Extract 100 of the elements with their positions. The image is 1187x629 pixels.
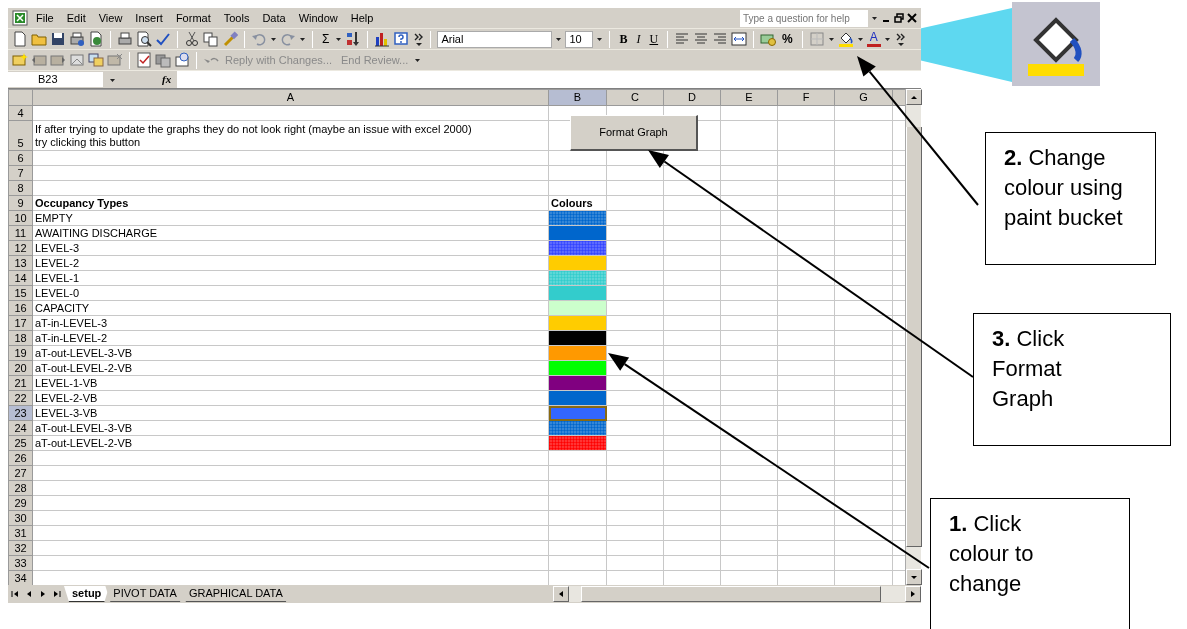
scroll-up-button[interactable]: [906, 89, 922, 105]
column-header[interactable]: A: [32, 89, 549, 106]
checklist-icon[interactable]: [136, 52, 152, 68]
caret-icon[interactable]: [335, 36, 343, 42]
chevron-icon[interactable]: [412, 31, 425, 47]
up-arrow-icon: [910, 93, 918, 101]
currency-icon[interactable]: [760, 31, 777, 47]
sheet-tab[interactable]: setup: [64, 586, 110, 602]
menu-item[interactable]: Edit: [61, 9, 91, 27]
align-left-icon[interactable]: [674, 31, 691, 47]
align-center-icon[interactable]: [693, 31, 710, 47]
scroll-down-button[interactable]: [906, 569, 922, 585]
copy-icon[interactable]: [155, 52, 171, 68]
percent-button[interactable]: %: [779, 31, 796, 47]
document-globe-icon[interactable]: [88, 31, 104, 47]
occupancy-type: LEVEL-1: [35, 271, 80, 284]
caret-icon[interactable]: [555, 36, 563, 42]
caret-icon[interactable]: [414, 57, 422, 63]
windows-icon[interactable]: [88, 52, 104, 68]
column-heading: Colours: [551, 196, 593, 209]
help-icon[interactable]: [393, 31, 410, 47]
down-arrow-icon: [910, 573, 918, 581]
name-box[interactable]: B23: [8, 72, 103, 87]
next-sheet-icon[interactable]: [39, 590, 47, 598]
bold-button[interactable]: B: [616, 31, 631, 47]
caret-icon[interactable]: [827, 36, 835, 42]
last-sheet-icon[interactable]: [53, 590, 61, 598]
merge-icon[interactable]: [731, 31, 748, 47]
excel-icon[interactable]: [12, 10, 28, 26]
scroll-right-button[interactable]: [905, 586, 921, 602]
menu-item[interactable]: Data: [257, 9, 291, 27]
underline-button[interactable]: U: [646, 31, 662, 47]
paint-bucket-icon: [1012, 2, 1100, 86]
printer-icon[interactable]: [69, 31, 85, 47]
column-header[interactable]: F: [777, 89, 835, 106]
note-text: If after trying to update the graphs they do not look right (maybe an issue with excel 2000) try clicking this button: [35, 122, 473, 149]
font-field[interactable]: Arial: [437, 30, 553, 48]
italic-button[interactable]: I: [633, 31, 644, 47]
chart-icon[interactable]: [374, 31, 391, 47]
paint-bucket-icon[interactable]: [837, 31, 854, 47]
occupancy-type: LEVEL-2-VB: [35, 391, 98, 404]
sort-icon[interactable]: [345, 31, 362, 47]
restore-icon[interactable]: [894, 13, 904, 23]
menu-item[interactable]: Tools: [218, 9, 255, 27]
print-icon[interactable]: [117, 31, 133, 47]
caret-icon[interactable]: [883, 36, 891, 42]
occupancy-type: LEVEL-1-VB: [35, 376, 98, 389]
font-size-field[interactable]: 10: [565, 30, 594, 48]
close-icon[interactable]: [907, 13, 917, 23]
occupancy-type: LEVEL-3: [35, 241, 80, 254]
occupancy-type: LEVEL-0: [35, 286, 80, 299]
spellcheck-icon[interactable]: [155, 31, 171, 47]
column-header[interactable]: G: [834, 89, 893, 106]
caret-icon[interactable]: [109, 76, 116, 83]
caret-icon[interactable]: [270, 36, 277, 42]
menu-item[interactable]: Help: [345, 9, 379, 27]
save-icon[interactable]: [50, 31, 66, 47]
occupancy-type: aT-in-LEVEL-3: [35, 316, 108, 329]
previous-sheet-icon[interactable]: [25, 590, 33, 598]
menu-item[interactable]: Format: [170, 9, 216, 27]
occupancy-type: aT-out-LEVEL-3-VB: [35, 346, 133, 359]
row-header[interactable]: 5: [8, 120, 33, 151]
first-sheet-icon[interactable]: [11, 590, 19, 598]
format-graph-button[interactable]: Format Graph: [570, 115, 698, 151]
column-heading: Occupancy Types: [35, 196, 129, 209]
column-header[interactable]: D: [663, 89, 721, 106]
menu-item[interactable]: File: [31, 9, 59, 27]
caret-icon[interactable]: [299, 36, 306, 42]
scroll-left-button[interactable]: [553, 586, 569, 602]
font-size-value: 10: [569, 31, 582, 47]
picture-icon[interactable]: [69, 52, 85, 68]
new-document-icon[interactable]: [12, 31, 28, 47]
occupancy-type: LEVEL-2: [35, 256, 80, 269]
autosum-button[interactable]: Σ: [319, 31, 333, 47]
help-field[interactable]: Type a question for help: [740, 9, 868, 27]
cut-icon[interactable]: [184, 31, 200, 47]
function-label[interactable]: fx: [162, 71, 172, 88]
column-header[interactable]: B: [548, 89, 607, 106]
menu-item[interactable]: View: [93, 9, 128, 27]
menu-item[interactable]: Insert: [130, 9, 168, 27]
occupancy-type: aT-in-LEVEL-2: [35, 331, 108, 344]
font-color-button[interactable]: A: [866, 31, 881, 47]
occupancy-type: CAPACITY: [35, 301, 90, 314]
caret-icon[interactable]: [596, 36, 604, 42]
caret-icon[interactable]: [871, 15, 878, 21]
occupancy-type: EMPTY: [35, 211, 73, 224]
print-preview-icon[interactable]: [136, 31, 152, 47]
caret-icon[interactable]: [856, 36, 864, 42]
column-header[interactable]: C: [606, 89, 664, 106]
occupancy-type: aT-out-LEVEL-3-VB: [35, 421, 133, 434]
menu-item[interactable]: Window: [293, 9, 343, 27]
formula-field[interactable]: [177, 71, 921, 88]
column-header[interactable]: E: [720, 89, 778, 106]
left-arrow-icon: [557, 590, 565, 598]
corner-cell[interactable]: [8, 89, 33, 106]
copy-icon[interactable]: [203, 31, 219, 47]
mail-icon[interactable]: [174, 52, 190, 68]
annotation-text: 1. Click colour to change: [949, 510, 1035, 598]
annotation-text: 3. Click Format Graph: [992, 325, 1066, 413]
scroll-thumb[interactable]: [906, 127, 922, 547]
